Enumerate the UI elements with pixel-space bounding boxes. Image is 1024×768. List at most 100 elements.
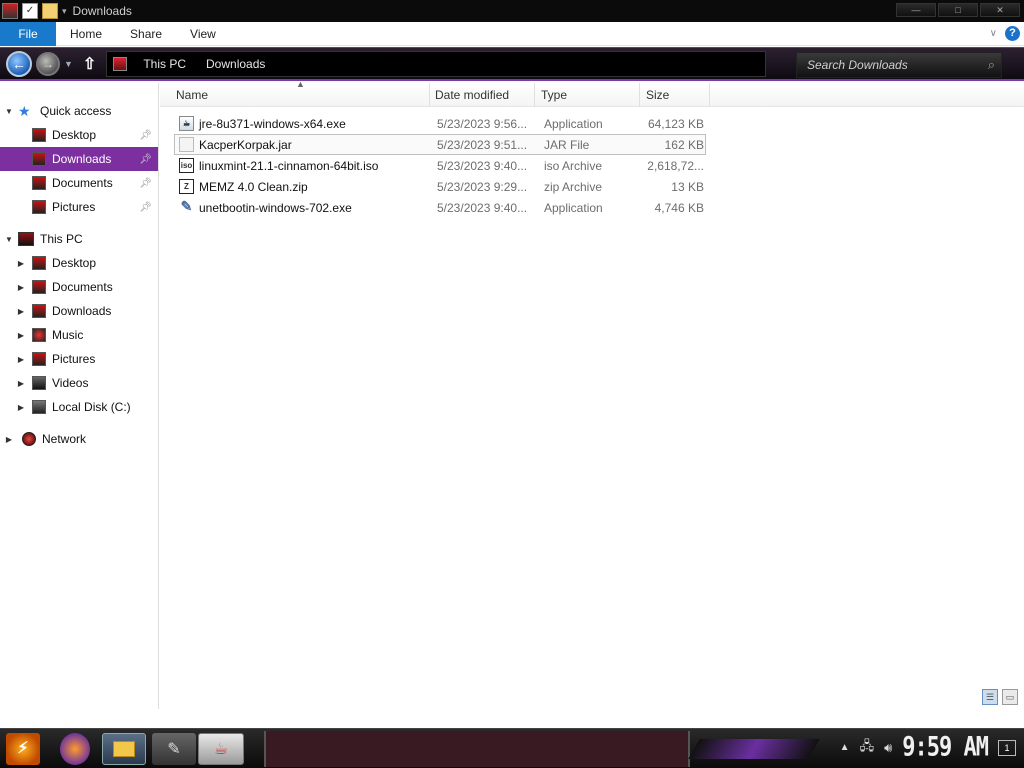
sidebar-item-network[interactable]: ▶ Network: [0, 427, 158, 451]
breadcrumb-downloads[interactable]: Downloads: [206, 57, 265, 71]
sidebar-item-pc-music[interactable]: ▶ Music: [0, 323, 158, 347]
file-name: KacperKorpak.jar: [199, 137, 292, 152]
column-header-type[interactable]: Type: [535, 83, 640, 107]
computer-icon: [18, 232, 34, 246]
expanded-chevron-icon[interactable]: ▼: [4, 235, 14, 244]
sidebar-item-label: Pictures: [52, 352, 96, 366]
drive-icon: [32, 400, 46, 414]
minimize-button[interactable]: —: [896, 3, 936, 17]
ribbon-tabs: File Home Share View ∨ ?: [0, 21, 1024, 46]
sidebar-item-pc-desktop[interactable]: ▶ Desktop: [0, 251, 158, 275]
expanded-chevron-icon[interactable]: ▼: [4, 107, 14, 116]
sidebar-item-label: Videos: [52, 376, 89, 390]
tab-file[interactable]: File: [0, 21, 56, 46]
file-row[interactable]: ✎ unetbootin-windows-702.exe 5/23/2023 9:…: [174, 197, 706, 218]
column-headers: ▲ Name Date modified Type Size: [160, 79, 1024, 107]
volume-icon[interactable]: 🔊︎: [884, 740, 892, 756]
title-bar: ✓ ▾ Downloads — □ ✕: [0, 0, 1024, 22]
collapsed-chevron-icon[interactable]: ▶: [16, 259, 26, 268]
search-icon[interactable]: ⌕: [988, 57, 995, 73]
star-icon: ★: [18, 103, 31, 119]
details-view-icon[interactable]: ☰: [982, 689, 998, 705]
up-arrow-icon[interactable]: ⇧: [83, 54, 96, 74]
documents-folder-icon: [32, 280, 46, 294]
file-row[interactable]: ☕︎ jre-8u371-windows-x64.exe 5/23/2023 9:…: [174, 113, 706, 134]
sidebar-item-pc-pictures[interactable]: ▶ Pictures: [0, 347, 158, 371]
downloads-folder-icon: [113, 56, 128, 71]
clock[interactable]: 9:59 AM: [902, 733, 989, 763]
collapsed-chevron-icon[interactable]: ▶: [4, 435, 14, 444]
collapsed-chevron-icon[interactable]: ▶: [16, 331, 26, 340]
sidebar-item-desktop[interactable]: Desktop 📌︎: [0, 123, 158, 147]
maximize-button[interactable]: □: [938, 3, 978, 17]
file-name: unetbootin-windows-702.exe: [199, 200, 352, 215]
properties-icon[interactable]: ✓: [22, 3, 38, 19]
column-label: Name: [176, 88, 209, 102]
sidebar-item-label: Documents: [52, 280, 113, 294]
explorer-app-icon[interactable]: [2, 3, 18, 19]
sidebar-item-pc-videos[interactable]: ▶ Videos: [0, 371, 158, 395]
pin-icon: 📌︎: [139, 129, 152, 141]
column-header-date-modified[interactable]: Date modified: [430, 83, 535, 107]
breadcrumb-this-pc[interactable]: This PC: [143, 57, 186, 71]
notification-center-icon[interactable]: 1: [998, 739, 1016, 756]
close-button[interactable]: ✕: [980, 3, 1020, 17]
sidebar-item-label: Music: [52, 328, 84, 342]
file-row[interactable]: KacperKorpak.jar 5/23/2023 9:51... JAR F…: [174, 134, 706, 155]
sidebar-item-local-disk[interactable]: ▶ Local Disk (C:): [0, 395, 158, 419]
column-header-size[interactable]: Size: [640, 83, 710, 107]
network-tray-icon[interactable]: 🖧︎: [860, 737, 875, 759]
tab-view[interactable]: View: [176, 27, 230, 41]
sidebar-item-documents[interactable]: Documents 📌︎: [0, 171, 158, 195]
file-type: Application: [544, 116, 603, 131]
sidebar-item-pc-documents[interactable]: ▶ Documents: [0, 275, 158, 299]
file-row[interactable]: iso linuxmint-21.1-cinnamon-64bit.iso 5/2…: [174, 155, 706, 176]
pictures-folder-icon: [32, 200, 46, 214]
search-input[interactable]: Search Downloads ⌕: [796, 52, 1002, 78]
help-icon[interactable]: ?: [1005, 26, 1020, 41]
collapsed-chevron-icon[interactable]: ▶: [16, 307, 26, 316]
expand-ribbon-chevron-icon[interactable]: ∨: [990, 28, 997, 39]
iso-archive-icon: iso: [179, 158, 194, 173]
window-title: Downloads: [72, 4, 132, 18]
sidebar-item-label: Quick access: [40, 104, 112, 118]
pin-icon: 📌︎: [139, 201, 152, 213]
large-icons-view-icon[interactable]: ▭: [1002, 689, 1018, 705]
desktop-folder-icon: [32, 256, 46, 270]
sidebar-item-label: This PC: [40, 232, 83, 246]
firefox-taskbar-icon[interactable]: [60, 733, 90, 765]
system-tray: ▲ 🖧︎ 🔊︎ 9:59 AM 1: [840, 733, 1016, 763]
sidebar-item-pc-downloads[interactable]: ▶ Downloads: [0, 299, 158, 323]
jar-file-icon: [179, 137, 194, 152]
sidebar-item-this-pc[interactable]: ▼ This PC: [0, 227, 158, 251]
address-bar[interactable]: This PC Downloads: [106, 50, 767, 77]
sidebar-item-label: Documents: [52, 176, 113, 190]
file-row[interactable]: Z MEMZ 4.0 Clean.zip 5/23/2023 9:29... zi…: [174, 176, 706, 197]
collapsed-chevron-icon[interactable]: ▶: [16, 403, 26, 412]
back-button[interactable]: ←: [6, 50, 32, 77]
file-date: 5/23/2023 9:40...: [437, 200, 528, 215]
collapsed-chevron-icon[interactable]: ▶: [16, 355, 26, 364]
tab-share[interactable]: Share: [116, 27, 176, 41]
customize-toolbar-chevron-icon[interactable]: ▾: [62, 6, 67, 17]
file-size: 4,746 KB: [654, 200, 704, 215]
recent-locations-chevron-icon[interactable]: ▼: [64, 59, 73, 69]
new-folder-icon[interactable]: [42, 3, 58, 19]
navigation-pane: ▼ ★ Quick access Desktop 📌︎ Downloads 📌︎…: [0, 83, 159, 709]
forward-button[interactable]: →: [36, 51, 60, 76]
sidebar-item-quick-access[interactable]: ▼ ★ Quick access: [0, 99, 158, 123]
collapsed-chevron-icon[interactable]: ▶: [16, 283, 26, 292]
pen-app-taskbar-icon[interactable]: ✎: [152, 733, 196, 765]
start-button[interactable]: ⚡︎: [6, 733, 40, 765]
tab-home[interactable]: Home: [56, 27, 116, 41]
collapsed-chevron-icon[interactable]: ▶: [16, 379, 26, 388]
java-installer-taskbar-icon[interactable]: ☕︎: [198, 733, 244, 765]
file-type: Application: [544, 200, 603, 215]
show-hidden-icons-chevron-icon[interactable]: ▲: [840, 742, 850, 753]
column-header-name[interactable]: ▲ Name: [160, 79, 430, 107]
sidebar-item-downloads[interactable]: Downloads 📌︎: [0, 147, 158, 171]
network-icon: [22, 432, 36, 446]
file-explorer-taskbar-icon[interactable]: [102, 733, 146, 765]
pin-icon: 📌︎: [139, 177, 152, 189]
sidebar-item-pictures[interactable]: Pictures 📌︎: [0, 195, 158, 219]
